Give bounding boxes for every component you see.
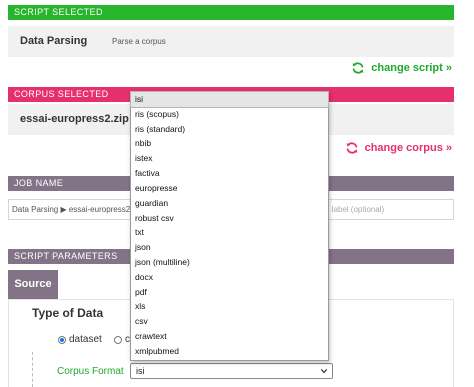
format-option[interactable]: isi — [130, 91, 329, 108]
format-option[interactable]: json — [131, 240, 328, 255]
change-corpus-label: change corpus » — [364, 142, 452, 154]
change-script-button[interactable]: change script » — [351, 61, 452, 75]
radio-dot — [114, 335, 122, 344]
format-option[interactable]: factiva — [131, 166, 328, 181]
format-option[interactable]: europresse — [131, 181, 328, 196]
radio-dataset-label: dataset — [69, 334, 102, 345]
corpus-format-select[interactable]: isi — [130, 363, 333, 379]
script-row: Data Parsing Parse a corpus — [8, 26, 454, 57]
chevron-down-icon — [320, 368, 328, 374]
format-option[interactable]: istex — [131, 151, 328, 166]
format-option[interactable]: json (multiline) — [131, 255, 328, 270]
refresh-icon — [345, 142, 358, 154]
type-of-data-title: Type of Data — [32, 306, 104, 320]
script-name: Data Parsing — [20, 35, 88, 47]
refresh-icon — [352, 62, 364, 74]
change-corpus-button[interactable]: change corpus » — [345, 141, 452, 155]
corpus-format-dropdown[interactable]: isi ris (scopus) ris (standard) nbib ist… — [130, 91, 329, 361]
tab-source[interactable]: Source — [8, 270, 58, 299]
job-label-placeholder: o label (optional) — [325, 205, 385, 214]
tree-connector — [32, 352, 33, 387]
format-option[interactable]: pdf — [131, 285, 328, 300]
format-option[interactable]: xls — [131, 299, 328, 314]
change-script-label: change script » — [371, 62, 452, 74]
job-name-path: Data Parsing ▶ essai-europress2 — [12, 205, 131, 214]
radio-dataset[interactable]: dataset — [58, 334, 102, 345]
format-option[interactable]: docx — [131, 270, 328, 285]
format-option[interactable]: guardian — [131, 196, 328, 211]
format-option[interactable]: nbib — [131, 136, 328, 151]
format-option[interactable]: ris (standard) — [131, 122, 328, 137]
corpus-name: essai-europress2.zip — [20, 113, 129, 125]
format-option[interactable]: txt — [131, 225, 328, 240]
format-option[interactable]: xmlpubmed — [131, 344, 328, 359]
format-option[interactable]: ris (scopus) — [131, 107, 328, 122]
script-description: Parse a corpus — [112, 37, 166, 46]
format-option[interactable]: csv — [131, 314, 328, 329]
corpus-format-label: Corpus Format — [57, 366, 124, 377]
format-option[interactable]: crawtext — [131, 329, 328, 344]
corpus-format-value: isi — [136, 366, 145, 376]
format-option[interactable]: robust csv — [131, 211, 328, 226]
script-selected-header: SCRIPT SELECTED — [8, 5, 454, 20]
radio-dot — [58, 335, 66, 344]
